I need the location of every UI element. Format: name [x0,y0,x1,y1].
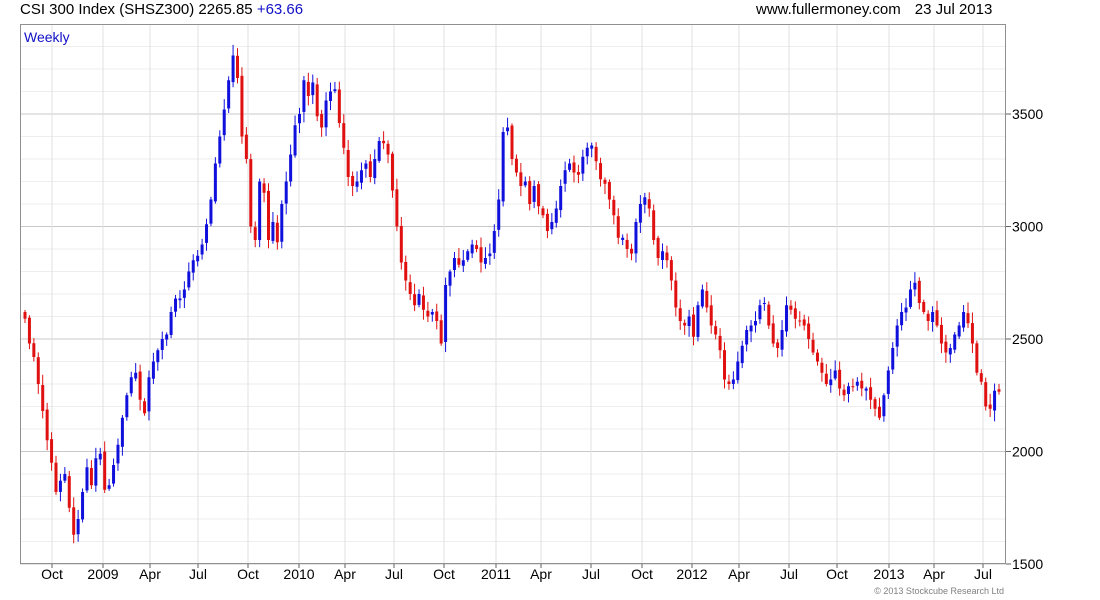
x-tick-label: Jul [780,566,798,582]
y-tick-label: 3000 [1012,219,1043,235]
x-tick-label: Apr [923,566,945,582]
x-tick-label: Jul [974,566,992,582]
x-tick-label: Apr [334,566,356,582]
x-tick-label: 2010 [283,566,314,582]
x-tick-label: Apr [728,566,750,582]
x-tick-label: Oct [237,566,259,582]
x-tick-label: 2012 [676,566,707,582]
y-tick-label: 2500 [1012,331,1043,347]
plot-area [20,24,1006,564]
x-tick-label: Oct [631,566,653,582]
x-tick-label: Oct [433,566,455,582]
period-label: Weekly [24,29,70,45]
x-tick-label: Oct [826,566,848,582]
y-tick-label: 3500 [1012,106,1043,122]
x-tick-label: 2013 [873,566,904,582]
x-tick-label: 2011 [481,566,511,582]
x-tick-label: Jul [582,566,600,582]
y-tick-label: 2000 [1012,444,1043,460]
x-tick-label: 2009 [87,566,118,582]
x-tick-label: Jul [385,566,403,582]
x-tick-label: Oct [41,566,63,582]
copyright-footer: © 2013 Stockcube Research Ltd [874,586,1004,596]
x-tick-label: Jul [189,566,207,582]
y-tick-label: 1500 [1012,556,1043,572]
x-tick-label: Apr [530,566,552,582]
x-tick-label: Apr [139,566,161,582]
